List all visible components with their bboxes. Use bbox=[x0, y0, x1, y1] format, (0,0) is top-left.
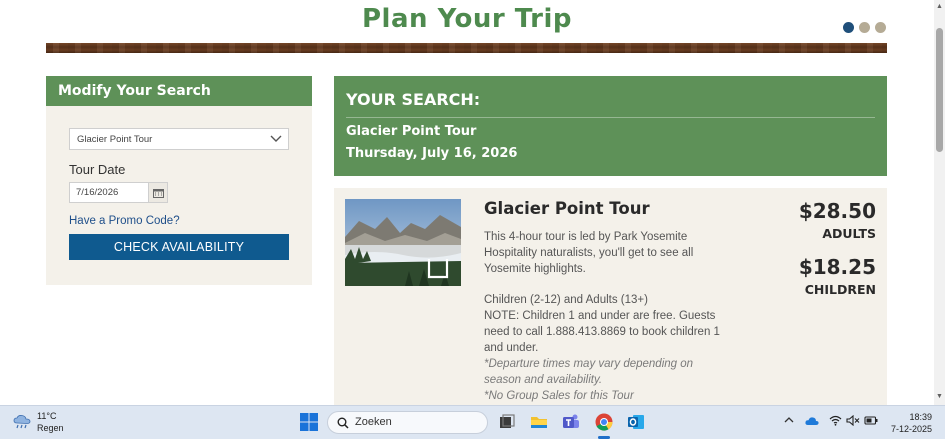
wood-divider bbox=[46, 43, 887, 53]
file-explorer-icon[interactable] bbox=[529, 412, 549, 432]
departure-note: *Departure times may vary depending on s… bbox=[484, 358, 694, 386]
rain-cloud-icon bbox=[13, 415, 31, 429]
search-summary: YOUR SEARCH: Glacier Point Tour Thursday… bbox=[334, 76, 887, 176]
check-availability-button[interactable]: CHECK AVAILABILITY bbox=[69, 234, 289, 260]
adult-price: $28.50 bbox=[798, 199, 876, 223]
carousel-dot-1[interactable] bbox=[843, 22, 854, 33]
page-scrollbar[interactable]: ▲ ▼ bbox=[934, 0, 945, 405]
tour-select-value: Glacier Point Tour bbox=[77, 134, 153, 145]
temperature: 11°C bbox=[37, 411, 57, 421]
clock-time: 18:39 bbox=[909, 412, 932, 422]
windows-taskbar: 11°C Regen Zoeken 18:39 7-12-2025 bbox=[0, 405, 945, 439]
tour-date-label: Tour Date bbox=[69, 162, 126, 177]
outlook-icon[interactable] bbox=[626, 412, 646, 432]
task-view-icon[interactable] bbox=[497, 412, 517, 432]
weather-widget[interactable]: 11°C Regen bbox=[13, 410, 64, 434]
battery-icon[interactable] bbox=[864, 415, 878, 426]
speaker-muted-icon[interactable] bbox=[846, 415, 860, 426]
tour-photo[interactable] bbox=[345, 199, 461, 286]
chevron-up-icon[interactable] bbox=[784, 415, 794, 425]
search-summary-heading: YOUR SEARCH: bbox=[346, 90, 875, 118]
calendar-button[interactable] bbox=[149, 182, 168, 203]
promo-code-link[interactable]: Have a Promo Code? bbox=[69, 215, 180, 227]
scroll-down-arrow-icon[interactable]: ▼ bbox=[936, 393, 943, 400]
tour-ages: Children (2-12) and Adults (13+) bbox=[484, 294, 648, 306]
taskbar-clock[interactable]: 18:39 7-12-2025 bbox=[886, 411, 932, 435]
chrome-icon[interactable] bbox=[594, 412, 614, 432]
chevron-down-icon bbox=[270, 135, 282, 142]
tour-note: NOTE: Children 1 and under are free. Gue… bbox=[484, 310, 720, 354]
tour-result-card: Glacier Point Tour This 4-hour tour is l… bbox=[334, 188, 887, 405]
group-sales-note: *No Group Sales for this Tour bbox=[484, 390, 634, 402]
child-price: $18.25 bbox=[798, 255, 876, 279]
tour-result-title: Glacier Point Tour bbox=[484, 199, 650, 218]
carousel-dot-2[interactable] bbox=[859, 22, 870, 33]
price-block: $28.50 ADULTS $18.25 CHILDREN bbox=[799, 199, 876, 297]
onedrive-cloud-icon[interactable] bbox=[805, 416, 819, 426]
yosemite-valley-image bbox=[345, 199, 461, 286]
weather-condition: Regen bbox=[37, 423, 64, 433]
tour-description-text: This 4-hour tour is led by Park Yosemite… bbox=[484, 231, 694, 275]
tour-select[interactable]: Glacier Point Tour bbox=[69, 128, 289, 150]
page-title: Plan Your Trip bbox=[362, 4, 572, 34]
adult-price-label: ADULTS bbox=[822, 226, 876, 241]
teams-icon[interactable] bbox=[561, 412, 581, 432]
taskbar-search-placeholder: Zoeken bbox=[355, 416, 392, 428]
browser-viewport: Plan Your Trip Modify Your Search Glacie… bbox=[0, 0, 934, 405]
clock-date: 7-12-2025 bbox=[890, 424, 932, 434]
tour-description: This 4-hour tour is led by Park Yosemite… bbox=[484, 229, 729, 404]
search-summary-date: Thursday, July 16, 2026 bbox=[346, 146, 518, 161]
windows-start-icon[interactable] bbox=[299, 412, 319, 432]
carousel-dot-3[interactable] bbox=[875, 22, 886, 33]
scroll-thumb[interactable] bbox=[936, 28, 943, 152]
modify-search-panel: Modify Your Search Glacier Point Tour To… bbox=[46, 76, 312, 285]
tour-date-input[interactable]: 7/16/2026 bbox=[69, 182, 149, 203]
modify-search-heading: Modify Your Search bbox=[46, 76, 312, 106]
calendar-icon bbox=[152, 188, 164, 198]
carousel-dots bbox=[843, 22, 886, 33]
search-summary-tour: Glacier Point Tour bbox=[346, 124, 477, 139]
scroll-up-arrow-icon[interactable]: ▲ bbox=[936, 3, 943, 10]
taskbar-search[interactable]: Zoeken bbox=[327, 411, 488, 434]
search-icon bbox=[337, 417, 349, 429]
child-price-label: CHILDREN bbox=[804, 282, 876, 297]
wifi-icon[interactable] bbox=[829, 415, 842, 426]
